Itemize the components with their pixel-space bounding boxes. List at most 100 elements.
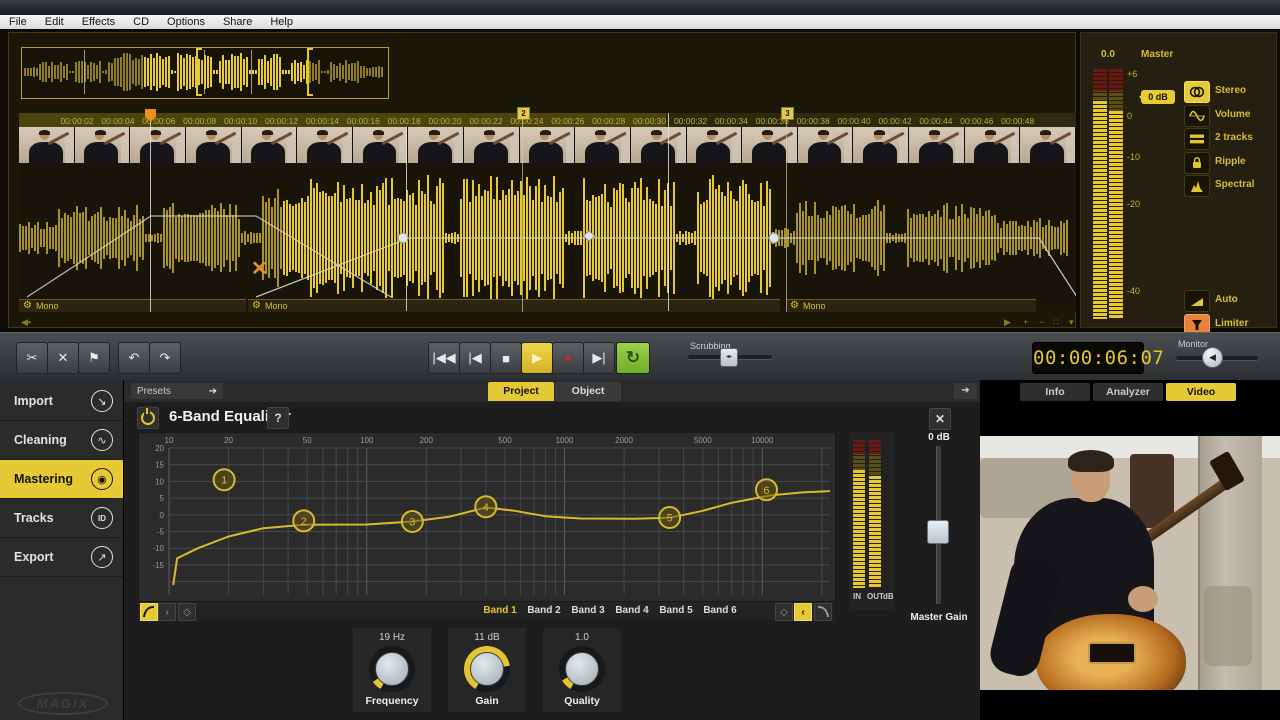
redo-button[interactable]: ↷ xyxy=(149,342,181,374)
lowpass-filter-icon[interactable] xyxy=(814,603,832,621)
knob-gain[interactable]: 11 dB Gain xyxy=(448,628,526,712)
video-thumbnail[interactable] xyxy=(186,127,241,163)
menu-share[interactable]: Share xyxy=(214,16,261,28)
menu-effects[interactable]: Effects xyxy=(73,16,124,28)
video-thumbnail[interactable] xyxy=(408,127,463,163)
band-tab-1[interactable]: Band 1 xyxy=(478,605,522,616)
skip-start-button[interactable]: |◀◀ xyxy=(428,342,460,374)
master-button-auto[interactable] xyxy=(1184,290,1210,312)
band-spread-right-icon[interactable]: ◇ xyxy=(775,603,793,621)
object-footer[interactable]: ⚙ Mono xyxy=(19,299,246,312)
scrubbing-slider-handle[interactable]: ◂▸ xyxy=(720,348,738,367)
video-thumbnail[interactable] xyxy=(798,127,853,163)
video-thumbnail[interactable] xyxy=(75,127,130,163)
volume-envelope[interactable]: ✕ xyxy=(19,163,1076,311)
knob-dial[interactable] xyxy=(464,646,510,692)
knob-quality[interactable]: 1.0 Quality xyxy=(543,628,621,712)
video-thumbnail[interactable] xyxy=(520,127,575,163)
video-thumbnail[interactable] xyxy=(19,127,74,163)
zoom-out-icon[interactable]: − xyxy=(1039,317,1044,327)
overview-range-end-bracket[interactable] xyxy=(307,48,309,96)
master-button-stereo[interactable] xyxy=(1184,81,1210,103)
overview-range-start-bracket[interactable] xyxy=(196,48,198,96)
eq-band-handle-4[interactable]: 4 xyxy=(475,496,496,517)
eq-band-handle-5[interactable]: 5 xyxy=(659,507,680,528)
prev-object-button[interactable]: |◀ xyxy=(459,342,491,374)
knob-frequency[interactable]: 19 Hz Frequency xyxy=(353,628,431,712)
eq-band-handle-2[interactable]: 2 xyxy=(293,510,314,531)
menu-options[interactable]: Options xyxy=(158,16,214,28)
video-thumbnail[interactable] xyxy=(742,127,797,163)
tab-analyzer[interactable]: Analyzer xyxy=(1093,383,1163,401)
play-button[interactable]: ▶ xyxy=(521,342,553,374)
menu-edit[interactable]: Edit xyxy=(36,16,73,28)
video-thumbnail[interactable] xyxy=(965,127,1020,163)
eq-band-handle-6[interactable]: 6 xyxy=(756,479,777,500)
tab-object[interactable]: Object xyxy=(555,382,621,401)
sidebar-item-cleaning[interactable]: Cleaning ∿ xyxy=(0,421,123,460)
video-thumbnail[interactable] xyxy=(909,127,964,163)
gear-icon[interactable]: ⚙ xyxy=(23,301,32,311)
menu-help[interactable]: Help xyxy=(261,16,302,28)
object-footer[interactable]: ⚙ Mono xyxy=(786,299,1036,312)
menu-file[interactable]: File xyxy=(0,16,36,28)
master-gain-tag[interactable]: 0 dB xyxy=(1141,90,1175,104)
knob-dial[interactable] xyxy=(369,646,415,692)
timeline-marker-2[interactable]: 2 xyxy=(517,107,530,120)
knob-dial[interactable] xyxy=(559,646,605,692)
sidebar-item-mastering[interactable]: Mastering ◉ xyxy=(0,460,123,499)
panel-forward-button[interactable]: ➔ xyxy=(954,383,977,399)
object-footer[interactable]: ⚙ Mono xyxy=(248,299,780,312)
band-tab-3[interactable]: Band 3 xyxy=(566,605,610,616)
presets-dropdown[interactable]: Presets ➔ xyxy=(131,383,223,399)
video-thumbnail[interactable] xyxy=(1020,127,1075,163)
video-thumbnail-strip[interactable] xyxy=(19,127,1076,163)
monitor-slider-handle[interactable]: ◀ xyxy=(1202,347,1223,368)
master-button-spectral[interactable] xyxy=(1184,175,1210,197)
tab-project[interactable]: Project xyxy=(488,382,554,401)
master-gain-handle[interactable] xyxy=(927,520,949,544)
band-tab-5[interactable]: Band 5 xyxy=(654,605,698,616)
loop-button[interactable]: ↻ xyxy=(616,342,650,374)
timeline-marker-3[interactable]: 3 xyxy=(781,107,794,120)
master-button-volume[interactable] xyxy=(1184,105,1210,127)
gear-icon[interactable]: ⚙ xyxy=(252,301,261,311)
video-thumbnail[interactable] xyxy=(575,127,630,163)
menu-cd[interactable]: CD xyxy=(124,16,158,28)
zoom-in-icon[interactable]: + xyxy=(1023,317,1028,327)
highpass-filter-icon[interactable] xyxy=(140,603,158,621)
band-back-icon[interactable]: ‹ xyxy=(794,603,812,621)
marker-flag-button[interactable]: ⚑ xyxy=(78,342,110,374)
sidebar-item-tracks[interactable]: Tracks ID xyxy=(0,499,123,538)
play-range-icon[interactable]: ▶ xyxy=(1004,317,1011,328)
tab-video[interactable]: Video xyxy=(1166,383,1236,401)
timeline-ruler[interactable]: 00:00:0200:00:0400:00:0600:00:0800:00:10… xyxy=(19,113,1076,127)
effect-power-button[interactable] xyxy=(137,407,159,429)
gear-icon[interactable]: ⚙ xyxy=(790,301,799,311)
record-button[interactable]: ● xyxy=(552,342,584,374)
master-button-ripple[interactable] xyxy=(1184,152,1210,174)
band-tab-6[interactable]: Band 6 xyxy=(698,605,742,616)
zoom-menu-icon[interactable]: ▾ xyxy=(1069,317,1074,328)
eq-band-handle-3[interactable]: 3 xyxy=(402,511,423,532)
scroll-left-icon[interactable]: ◀▪ xyxy=(21,317,31,328)
eq-band-handle-1[interactable]: 1 xyxy=(214,469,235,490)
video-thumbnail[interactable] xyxy=(631,127,686,163)
main-waveform[interactable]: ✕ xyxy=(19,163,1076,311)
next-object-button[interactable]: ▶| xyxy=(583,342,615,374)
video-thumbnail[interactable] xyxy=(687,127,742,163)
band-tab-4[interactable]: Band 4 xyxy=(610,605,654,616)
stop-button[interactable]: ■ xyxy=(490,342,522,374)
band-tab-2[interactable]: Band 2 xyxy=(522,605,566,616)
master-button-2-tracks[interactable] xyxy=(1184,128,1210,150)
sidebar-item-import[interactable]: Import ↘ xyxy=(0,382,123,421)
band-spread-left-icon[interactable]: ◇ xyxy=(178,603,196,621)
band-prev-icon[interactable]: › xyxy=(158,603,176,621)
video-thumbnail[interactable] xyxy=(464,127,519,163)
waveform-overview[interactable] xyxy=(21,47,389,99)
effect-close-button[interactable]: ✕ xyxy=(929,408,951,430)
video-thumbnail[interactable] xyxy=(353,127,408,163)
zoom-fit-icon[interactable]: ∷ xyxy=(1053,317,1059,328)
tab-info[interactable]: Info xyxy=(1020,383,1090,401)
video-thumbnail[interactable] xyxy=(853,127,908,163)
